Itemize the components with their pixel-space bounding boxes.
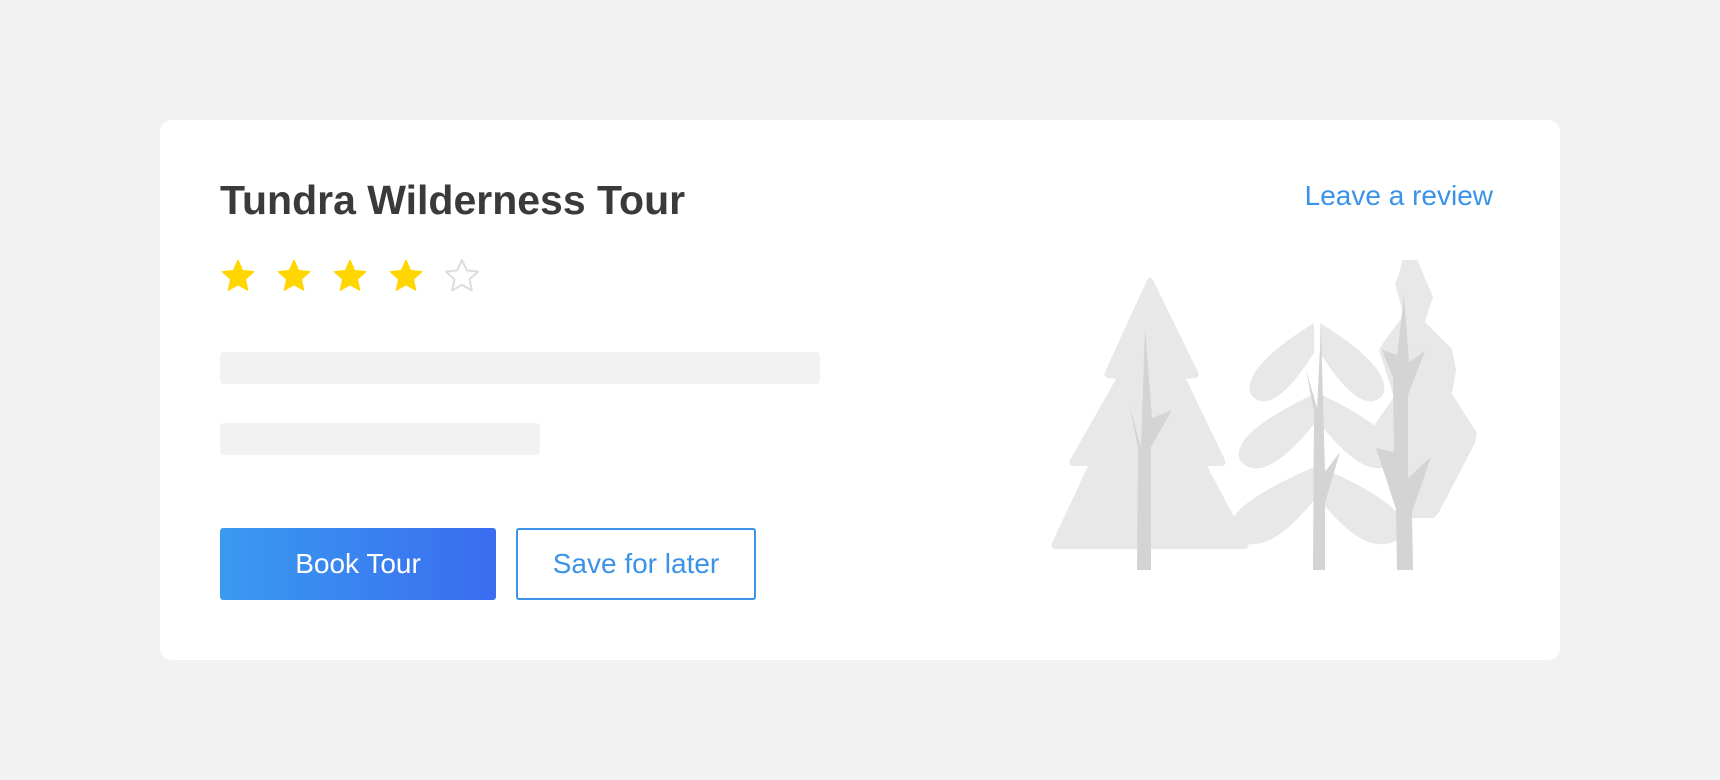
star-filled-icon[interactable] (275, 257, 313, 295)
pine-tree-icon (1051, 277, 1249, 570)
text-placeholder-line (220, 423, 540, 455)
leave-review-link[interactable]: Leave a review (1305, 182, 1493, 210)
star-filled-icon[interactable] (219, 257, 257, 295)
leafy-tree-icon (1231, 323, 1403, 570)
star-filled-icon[interactable] (387, 257, 425, 295)
star-filled-icon[interactable] (331, 257, 369, 295)
tour-card: Tundra Wilderness Tour Leave a review Bo… (160, 120, 1560, 660)
tour-title: Tundra Wilderness Tour (220, 177, 686, 223)
text-placeholder-line (220, 352, 820, 384)
star-rating[interactable] (219, 257, 481, 295)
book-tour-button[interactable]: Book Tour (220, 528, 496, 600)
star-empty-icon[interactable] (443, 257, 481, 295)
trees-illustration (1051, 260, 1477, 570)
save-for-later-button[interactable]: Save for later (516, 528, 756, 600)
